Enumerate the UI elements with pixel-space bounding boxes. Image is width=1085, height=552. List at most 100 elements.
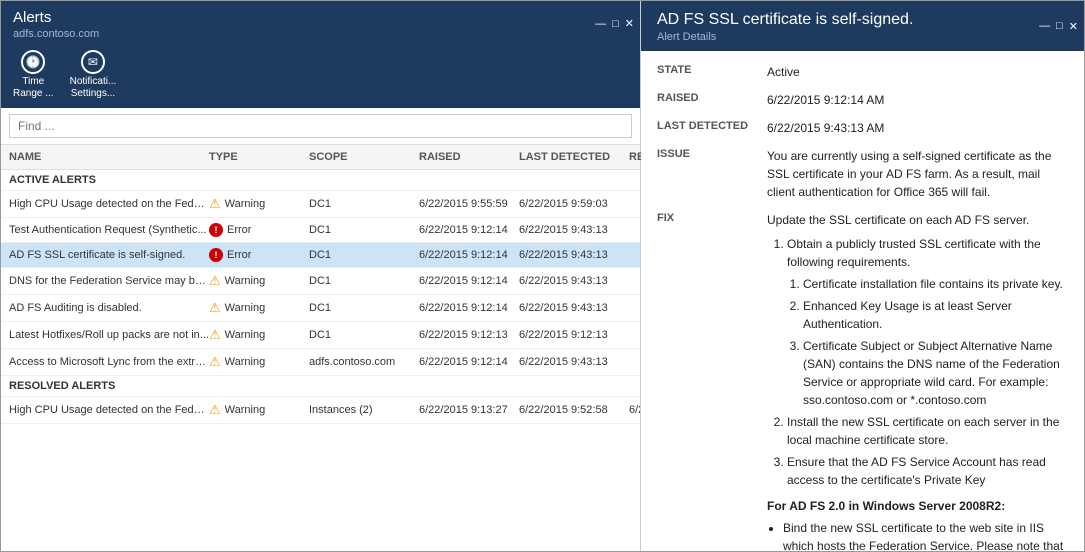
fix-steps: Obtain a publicly trusted SSL certificat… [767, 235, 1068, 489]
minimize-button-left[interactable]: — [595, 18, 606, 30]
col-type: TYPE [209, 151, 309, 163]
row-scope: DC1 [309, 275, 419, 287]
close-button-left[interactable]: ✕ [625, 17, 634, 30]
time-range-label: Time Range ... [13, 76, 54, 100]
row-last-detected: 6/22/2015 9:43:13 [519, 224, 629, 236]
table-row[interactable]: Access to Microsoft Lync from the extra.… [1, 349, 640, 376]
right-panel: AD FS SSL certificate is self-signed. Al… [641, 1, 1084, 551]
fix-bold-heading: For AD FS 2.0 in Windows Server 2008R2: [767, 497, 1068, 515]
table-row[interactable]: AD FS Auditing is disabled.⚠WarningDC1 6/… [1, 295, 640, 322]
table-row[interactable]: AD FS SSL certificate is self-signed.! Er… [1, 243, 640, 268]
row-scope: DC1 [309, 329, 419, 341]
row-last-detected: 6/22/2015 9:43:13 [519, 356, 629, 368]
right-header: AD FS SSL certificate is self-signed. Al… [641, 1, 1033, 51]
row-name: AD FS SSL certificate is self-signed. [9, 249, 209, 261]
type-label: Warning [225, 356, 266, 368]
notification-label: Notificati... Settings... [70, 76, 117, 100]
col-last-detected: LAST DETECTED [519, 151, 629, 163]
fix-bullet-item: Bind the new SSL certificate to the web … [783, 519, 1068, 551]
warning-icon: ⚠ [209, 402, 221, 418]
type-label: Error [227, 224, 251, 236]
row-scope: DC1 [309, 224, 419, 236]
type-label: Warning [225, 302, 266, 314]
type-label: Error [227, 249, 251, 261]
detail-title: AD FS SSL certificate is self-signed. [657, 11, 1017, 29]
raised-value: 6/22/2015 9:12:14 AM [767, 91, 1068, 109]
row-raised: 6/22/2015 9:13:27 [419, 404, 519, 416]
fix-step: Obtain a publicly trusted SSL certificat… [787, 235, 1068, 409]
app-subtitle: adfs.contoso.com [13, 28, 577, 40]
col-raised: RAISED [419, 151, 519, 163]
left-panel: Alerts adfs.contoso.com — □ ✕ 🕐 Time Ran… [1, 1, 641, 551]
fix-step: Install the new SSL certificate on each … [787, 413, 1068, 449]
time-range-button[interactable]: 🕐 Time Range ... [13, 50, 54, 100]
row-last-detected: 6/22/2015 9:59:03 [519, 198, 629, 210]
col-name: NAME [9, 151, 209, 163]
type-label: Warning [225, 329, 266, 341]
maximize-button-left[interactable]: □ [612, 18, 619, 30]
fix-substep: Certificate Subject or Subject Alternati… [803, 337, 1068, 409]
row-last-detected: 6/22/2015 9:43:13 [519, 275, 629, 287]
row-raised: 6/22/2015 9:55:59 [419, 198, 519, 210]
fix-intro: Update the SSL certificate on each AD FS… [767, 211, 1068, 229]
row-scope: DC1 [309, 302, 419, 314]
time-range-icon: 🕐 [21, 50, 45, 74]
row-name: High CPU Usage detected on the Feder... [9, 198, 209, 210]
row-type: ⚠ Warning [209, 354, 309, 370]
main-content: Alerts adfs.contoso.com — □ ✕ 🕐 Time Ran… [1, 1, 1084, 551]
warning-icon: ⚠ [209, 273, 221, 289]
issue-label: ISSUE [657, 147, 767, 201]
fix-substep: Enhanced Key Usage is at least Server Au… [803, 297, 1068, 333]
type-label: Warning [225, 198, 266, 210]
detail-content: STATE Active RAISED 6/22/2015 9:12:14 AM… [641, 51, 1084, 551]
search-bar [1, 108, 640, 145]
fix-step: Ensure that the AD FS Service Account ha… [787, 453, 1068, 489]
row-type: ! Error [209, 223, 309, 237]
fix-label: FIX [657, 211, 767, 551]
maximize-button-right[interactable]: □ [1056, 20, 1063, 32]
row-name: DNS for the Federation Service may be... [9, 275, 209, 287]
row-name: Test Authentication Request (Synthetic..… [9, 224, 209, 236]
warning-icon: ⚠ [209, 354, 221, 370]
search-input[interactable] [9, 114, 632, 138]
row-last-detected: 6/22/2015 9:52:58 [519, 404, 629, 416]
row-resolved: 6/22/2015 9:53:58 [629, 404, 640, 416]
row-scope: DC1 [309, 249, 419, 261]
state-row: STATE Active [657, 63, 1068, 81]
table-row[interactable]: Latest Hotfixes/Roll up packs are not in… [1, 322, 640, 349]
table-row[interactable]: High CPU Usage detected on the Feder...⚠… [1, 397, 640, 424]
app-window: Alerts adfs.contoso.com — □ ✕ 🕐 Time Ran… [0, 0, 1085, 552]
row-name: AD FS Auditing is disabled. [9, 302, 209, 314]
notification-icon: ✉ [81, 50, 105, 74]
row-type: ⚠Warning [209, 196, 309, 212]
table-row[interactable]: High CPU Usage detected on the Feder...⚠… [1, 191, 640, 218]
row-name: Access to Microsoft Lync from the extra.… [9, 356, 209, 368]
last-detected-row: LAST DETECTED 6/22/2015 9:43:13 AM [657, 119, 1068, 137]
raised-row: RAISED 6/22/2015 9:12:14 AM [657, 91, 1068, 109]
row-type: ⚠Warning [209, 300, 309, 316]
row-last-detected: 6/22/2015 9:43:13 [519, 302, 629, 314]
error-icon: ! [209, 248, 223, 262]
fix-substep: Certificate installation file contains i… [803, 275, 1068, 293]
close-button-right[interactable]: ✕ [1069, 20, 1078, 33]
row-raised: 6/22/2015 9:12:14 [419, 356, 519, 368]
minimize-button-right[interactable]: — [1039, 20, 1050, 32]
fix-value: Update the SSL certificate on each AD FS… [767, 211, 1068, 551]
left-header: Alerts adfs.contoso.com [1, 1, 589, 46]
table-row[interactable]: DNS for the Federation Service may be...… [1, 268, 640, 295]
notification-settings-button[interactable]: ✉ Notificati... Settings... [70, 50, 117, 100]
section-label: RESOLVED ALERTS [1, 376, 640, 397]
error-icon: ! [209, 223, 223, 237]
raised-label: RAISED [657, 91, 767, 109]
issue-value: You are currently using a self-signed ce… [767, 147, 1068, 201]
app-title: Alerts [13, 9, 577, 26]
table-row[interactable]: Test Authentication Request (Synthetic..… [1, 218, 640, 243]
row-scope: DC1 [309, 198, 419, 210]
last-detected-value: 6/22/2015 9:43:13 AM [767, 119, 1068, 137]
row-type: ⚠ Warning [209, 327, 309, 343]
detail-subtitle: Alert Details [657, 31, 1017, 43]
row-scope: Instances (2) [309, 404, 419, 416]
row-type: ⚠Warning [209, 402, 309, 418]
row-raised: 6/22/2015 9:12:14 [419, 249, 519, 261]
warning-icon: ⚠ [209, 327, 221, 343]
